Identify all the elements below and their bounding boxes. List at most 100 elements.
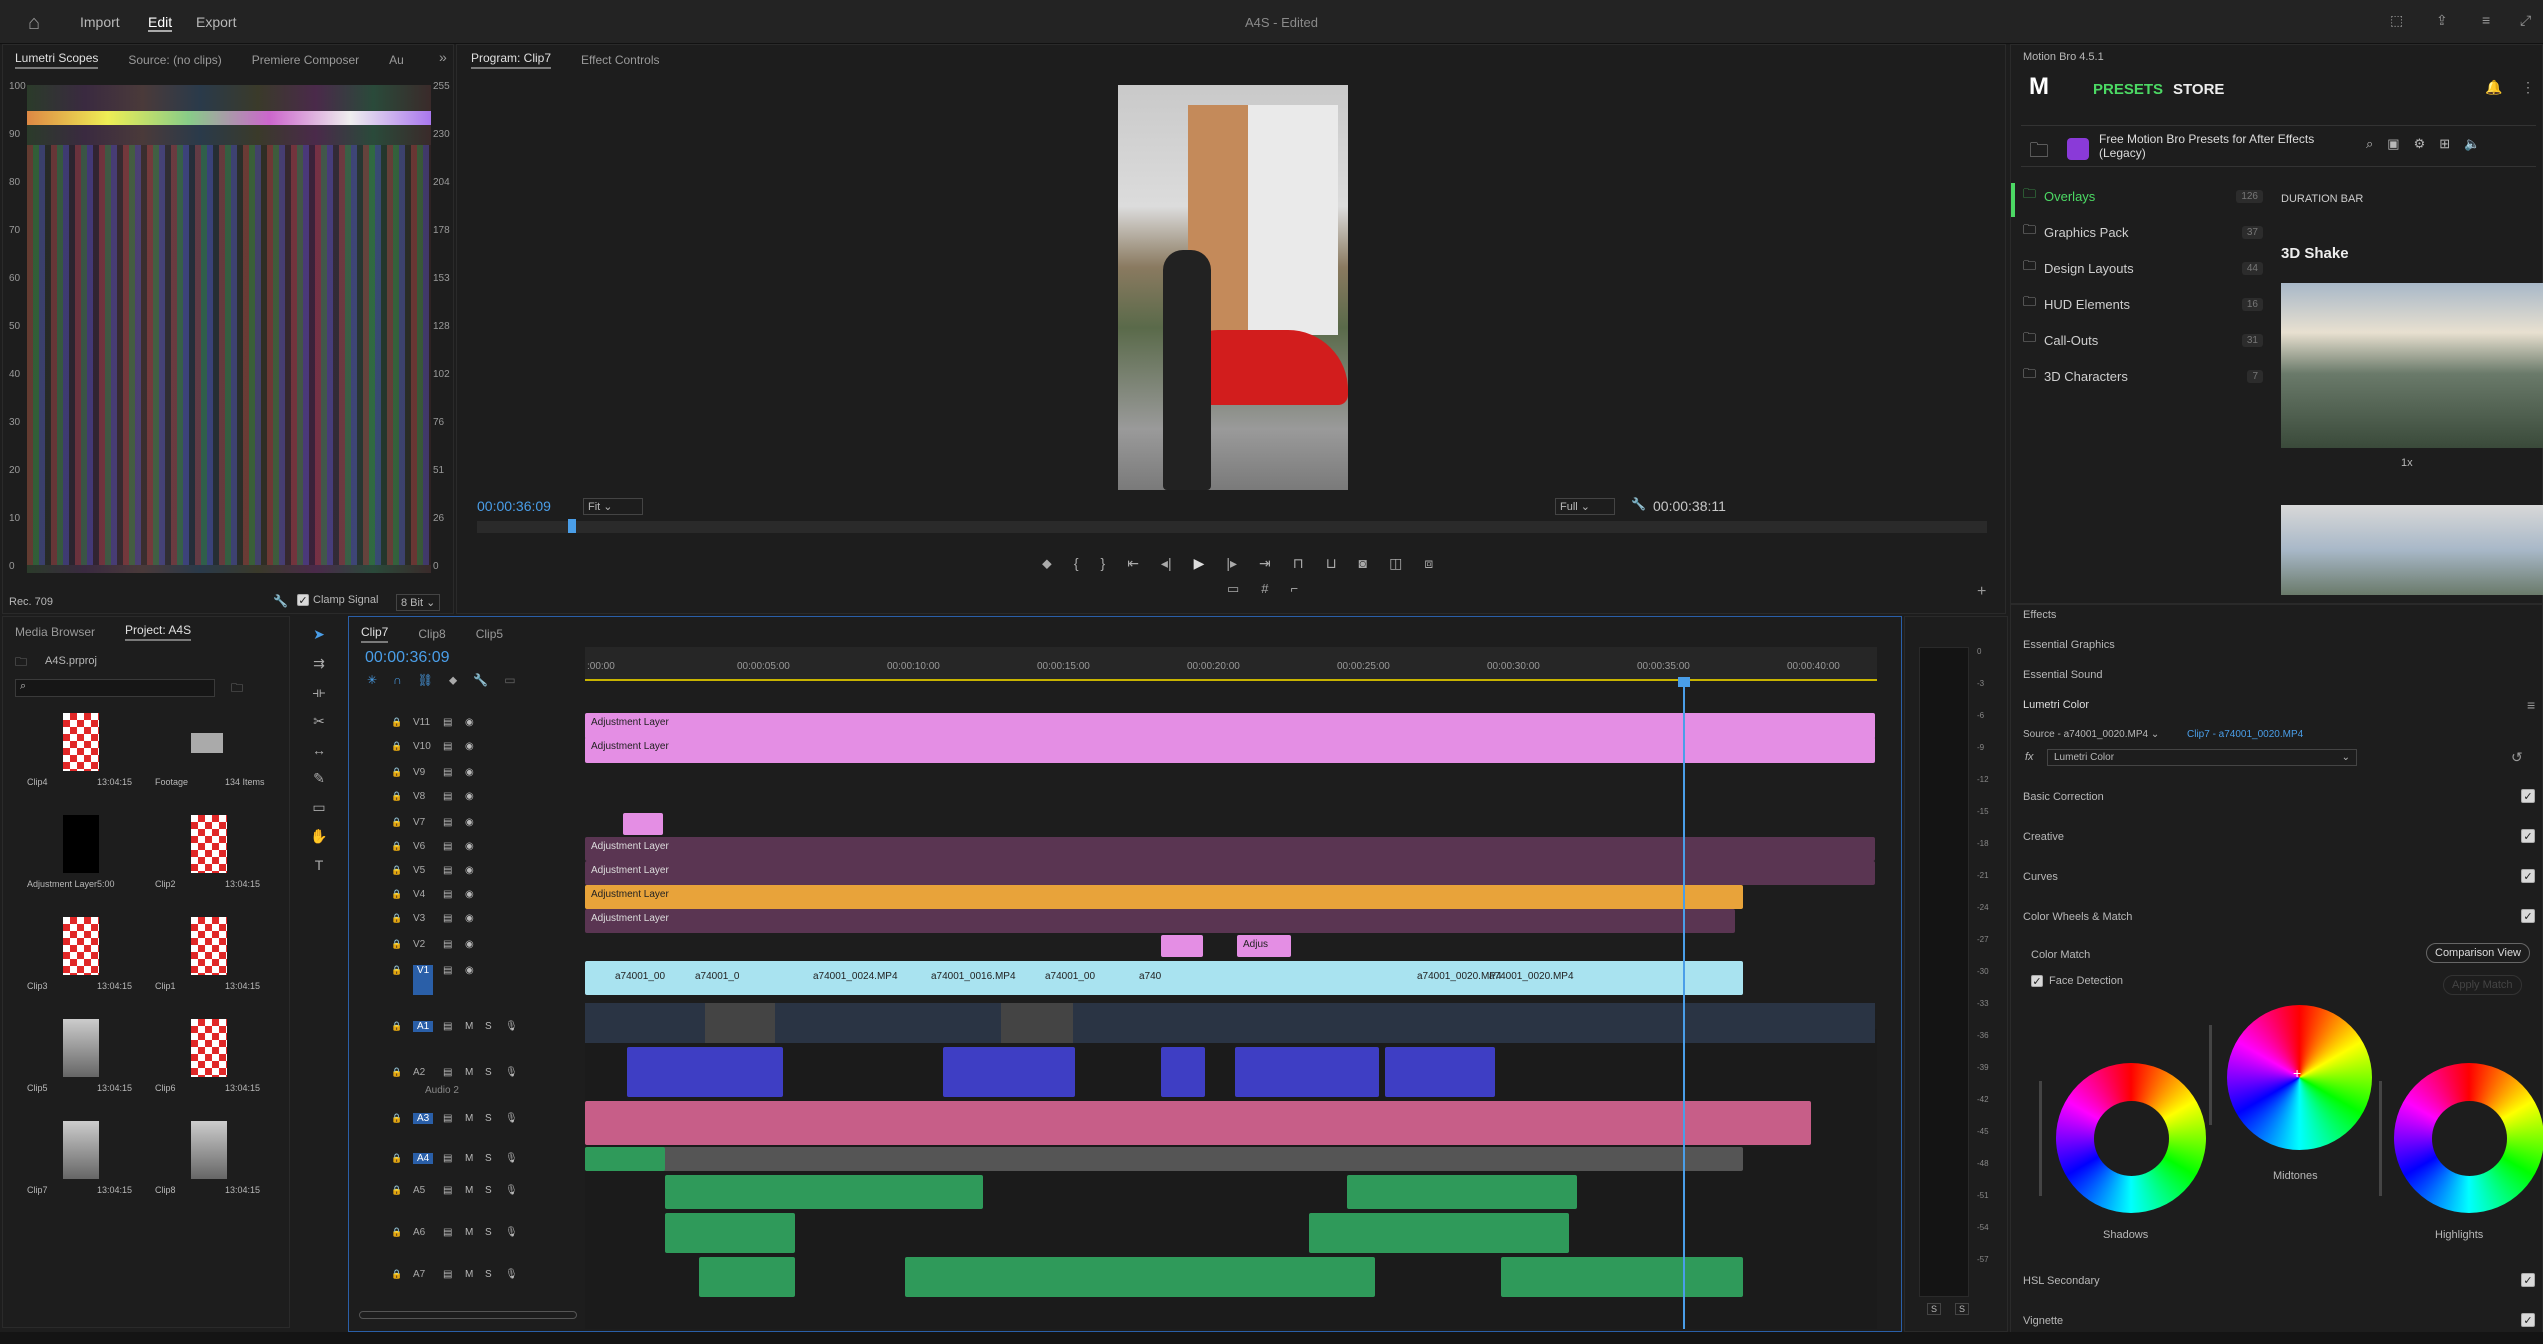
track-output-icon[interactable]: ▤ bbox=[443, 741, 452, 752]
eye-icon[interactable]: ◉ bbox=[465, 741, 474, 752]
lumetri-section-label[interactable]: Color Wheels & Match bbox=[2023, 911, 2132, 923]
audio-clip-a2e[interactable] bbox=[1385, 1047, 1495, 1097]
edit-tab[interactable]: Edit bbox=[148, 14, 173, 32]
project-search-input[interactable]: ⌕ bbox=[15, 679, 215, 697]
audio-clip-a4[interactable] bbox=[585, 1147, 1743, 1171]
v1-clip-label[interactable]: a740 bbox=[1139, 971, 1161, 982]
export-frame-icon[interactable]: ◙ bbox=[1359, 555, 1367, 572]
go-to-in-icon[interactable]: ⇤ bbox=[1127, 555, 1139, 572]
eye-icon[interactable]: ◉ bbox=[465, 939, 474, 950]
highlights-slider[interactable] bbox=[2379, 1081, 2382, 1196]
program-scrub-bar[interactable] bbox=[477, 519, 1987, 533]
solo-button[interactable]: S bbox=[485, 1153, 492, 1164]
vignette-checkbox[interactable]: ✓ bbox=[2521, 1313, 2535, 1327]
timeline-playhead-handle[interactable] bbox=[1678, 677, 1690, 687]
lumetri-menu-icon[interactable]: ≡ bbox=[2527, 697, 2535, 713]
track-output-icon[interactable]: ▤ bbox=[443, 1227, 452, 1238]
v1-clip-label[interactable]: a74001_0 bbox=[695, 971, 740, 982]
lumetri-section-label[interactable]: Curves bbox=[2023, 871, 2058, 883]
v1-clip-label[interactable]: a74001_0024.MP4 bbox=[813, 971, 898, 982]
project-item-thumbnail[interactable] bbox=[63, 713, 99, 771]
snap-icon[interactable]: ∩ bbox=[393, 673, 402, 688]
tab-audio[interactable]: Au bbox=[389, 53, 404, 67]
mark-in-icon[interactable]: { bbox=[1074, 555, 1079, 572]
track-output-icon[interactable]: ▤ bbox=[443, 1021, 452, 1032]
audio-clip-a7b[interactable] bbox=[905, 1257, 1375, 1297]
track-output-icon[interactable]: ▤ bbox=[443, 865, 452, 876]
clip-adjustment-v2a[interactable] bbox=[1161, 935, 1203, 957]
track-output-icon[interactable]: ▤ bbox=[443, 939, 452, 950]
lock-icon[interactable]: 🔒 bbox=[391, 767, 402, 778]
lumetri-color-tab[interactable]: Lumetri Color bbox=[2023, 699, 2089, 711]
pen-tool-icon[interactable]: ✎ bbox=[313, 770, 325, 787]
track-label[interactable]: V11 bbox=[413, 717, 430, 728]
presets-tab[interactable]: PRESETS bbox=[2093, 81, 2163, 98]
track-label[interactable]: V4 bbox=[413, 889, 425, 900]
v1-clip-label[interactable]: a74001_0020.MP4 bbox=[1489, 971, 1574, 982]
tab-source[interactable]: Source: (no clips) bbox=[128, 53, 221, 67]
track-output-icon[interactable]: ▤ bbox=[443, 841, 452, 852]
hsl-checkbox[interactable]: ✓ bbox=[2521, 1273, 2535, 1287]
folder-icon[interactable]: 🗀 bbox=[2029, 136, 2049, 170]
tab-premiere-composer[interactable]: Premiere Composer bbox=[252, 53, 359, 67]
track-label[interactable]: V10 bbox=[413, 741, 431, 752]
timeline-playhead[interactable] bbox=[1683, 677, 1685, 1329]
trim-icon[interactable]: ⧈ bbox=[1424, 555, 1433, 572]
guides-icon[interactable]: ⌐ bbox=[1291, 581, 1299, 597]
go-to-out-icon[interactable]: ⇥ bbox=[1259, 555, 1271, 572]
lock-icon[interactable]: 🔒 bbox=[391, 791, 402, 802]
face-detection-checkbox[interactable]: ✓ Face Detection bbox=[2031, 975, 2123, 988]
search-icon[interactable]: ⌕ bbox=[2366, 136, 2373, 152]
eye-icon[interactable]: ◉ bbox=[465, 865, 474, 876]
mute-button[interactable]: M bbox=[465, 1153, 473, 1164]
fullscreen-icon[interactable]: ⤢ bbox=[2520, 12, 2531, 29]
tab-project[interactable]: Project: A4S bbox=[125, 623, 192, 641]
solo-right-button[interactable]: S bbox=[1955, 1303, 1970, 1315]
eye-icon[interactable]: ◉ bbox=[465, 817, 474, 828]
mic-icon[interactable]: 🎙 bbox=[505, 1113, 518, 1124]
add-marker-icon[interactable]: ⬥ bbox=[1042, 555, 1052, 572]
hsl-secondary-label[interactable]: HSL Secondary bbox=[2023, 1275, 2100, 1287]
tab-sequence-clip8[interactable]: Clip8 bbox=[418, 627, 445, 641]
track-output-icon[interactable]: ▤ bbox=[443, 767, 452, 778]
preset-thumbnail[interactable] bbox=[2281, 283, 2543, 448]
audio-clip-a2d[interactable] bbox=[1235, 1047, 1379, 1097]
tab-media-browser[interactable]: Media Browser bbox=[15, 625, 95, 639]
lock-icon[interactable]: 🔒 bbox=[391, 1185, 402, 1196]
home-icon[interactable]: ⌂ bbox=[28, 12, 40, 35]
shadows-slider[interactable] bbox=[2039, 1081, 2042, 1196]
audio-clip-a3[interactable] bbox=[585, 1101, 1811, 1145]
mark-out-icon[interactable]: } bbox=[1101, 555, 1106, 572]
track-output-icon[interactable]: ▤ bbox=[443, 913, 452, 924]
bit-depth-select[interactable]: 8 Bit ⌄ bbox=[396, 594, 441, 611]
apply-match-button[interactable]: Apply Match bbox=[2443, 975, 2522, 995]
project-item-thumbnail[interactable] bbox=[63, 1019, 99, 1077]
settings-icon[interactable]: ⚙ bbox=[2414, 136, 2426, 152]
export-tab[interactable]: Export bbox=[196, 14, 236, 30]
wrench-icon[interactable]: 🔧 bbox=[273, 594, 288, 608]
eye-icon[interactable]: ◉ bbox=[465, 841, 474, 852]
mb-category-overlays[interactable]: 🗀 Overlays 126 bbox=[2023, 181, 2263, 211]
track-output-icon[interactable]: ▤ bbox=[443, 1113, 452, 1124]
mic-icon[interactable]: 🎙 bbox=[505, 1269, 518, 1280]
mb-category-hud-elements[interactable]: 🗀 HUD Elements 16 bbox=[2023, 289, 2263, 319]
step-back-icon[interactable]: ◂| bbox=[1161, 555, 1172, 572]
track-label[interactable]: A2 bbox=[413, 1067, 425, 1078]
clip-adjustment-v5[interactable]: Adjustment Layer bbox=[585, 861, 1875, 885]
mute-button[interactable]: M bbox=[465, 1067, 473, 1078]
comparison-view-icon[interactable]: ◫ bbox=[1389, 555, 1402, 572]
track-select-tool-icon[interactable]: ⇉ bbox=[313, 655, 325, 672]
project-item-thumbnail[interactable] bbox=[191, 815, 227, 873]
mb-category-design-layouts[interactable]: 🗀 Design Layouts 44 bbox=[2023, 253, 2263, 283]
share-icon[interactable]: ⇪ bbox=[2436, 12, 2448, 29]
mic-icon[interactable]: 🎙 bbox=[505, 1021, 518, 1032]
lock-icon[interactable]: 🔒 bbox=[391, 889, 402, 900]
project-item-thumbnail[interactable] bbox=[63, 1121, 99, 1179]
audio-clip-a2a[interactable] bbox=[627, 1047, 783, 1097]
track-label[interactable]: V3 bbox=[413, 913, 425, 924]
lumetri-section-checkbox[interactable]: ✓ bbox=[2521, 869, 2535, 883]
essential-graphics-tab[interactable]: Essential Graphics bbox=[2023, 639, 2115, 651]
panel-expand-icon[interactable]: » bbox=[439, 49, 447, 65]
marker-icon[interactable]: ⬥ bbox=[449, 673, 457, 688]
audio-clip-a4-green[interactable] bbox=[585, 1147, 665, 1171]
